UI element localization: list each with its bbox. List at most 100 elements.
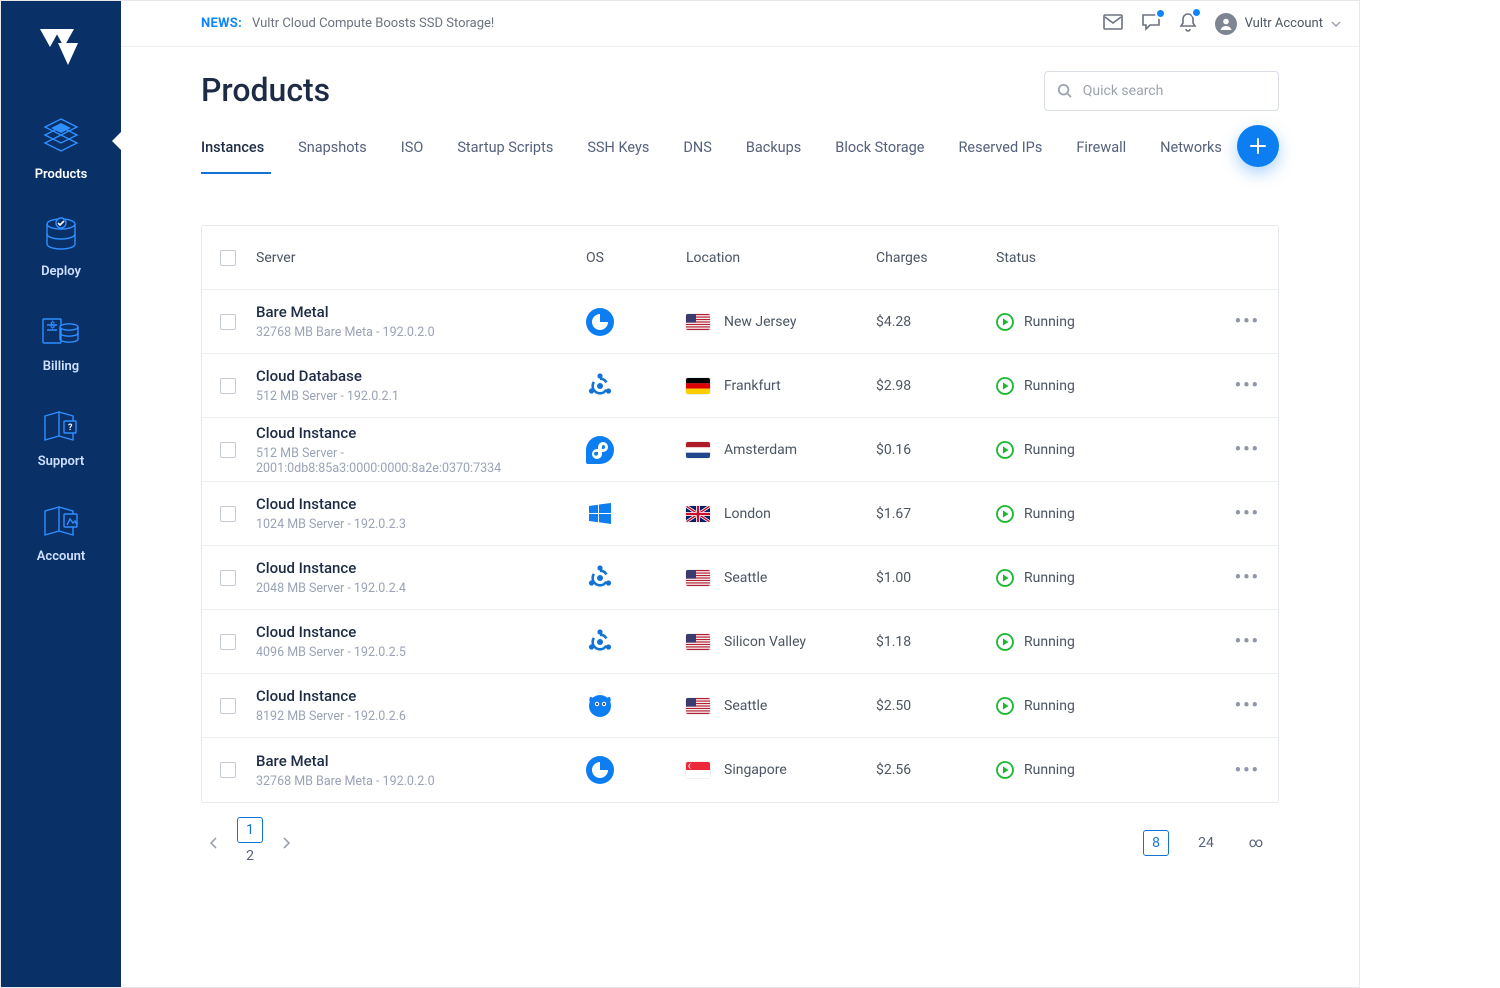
os-icon — [586, 308, 614, 336]
svg-text:?: ? — [68, 423, 73, 433]
vultr-logo — [1, 25, 121, 73]
location-label: New Jersey — [724, 314, 796, 330]
page-next[interactable] — [273, 830, 299, 856]
row-menu[interactable]: ••• — [1235, 631, 1260, 652]
flag-icon — [686, 762, 710, 778]
tab-dns[interactable]: DNS — [683, 139, 711, 174]
product-tabs: Instances Snapshots ISO Startup Scripts SSH … — [201, 139, 1279, 175]
search-input[interactable] — [1083, 83, 1266, 99]
nav-products[interactable]: Products — [1, 117, 121, 182]
row-menu[interactable]: ••• — [1235, 375, 1260, 396]
tab-reserved-ips[interactable]: Reserved IPs — [959, 139, 1043, 174]
flag-icon — [686, 378, 710, 394]
table-row[interactable]: Cloud Instance512 MB Server - 2001:0db8:… — [202, 418, 1278, 482]
news-label: NEWS: — [201, 16, 242, 31]
charge-value: $2.98 — [876, 378, 996, 394]
server-name: Cloud Instance — [256, 623, 586, 641]
os-icon — [586, 564, 614, 592]
row-menu[interactable]: ••• — [1235, 695, 1260, 716]
os-icon — [586, 756, 614, 784]
server-meta: 32768 MB Bare Meta - 192.0.2.0 — [256, 774, 586, 789]
table-row[interactable]: Cloud Instance8192 MB Server - 192.0.2.6… — [202, 674, 1278, 738]
status-label: Running — [1024, 314, 1075, 330]
location-label: Frankfurt — [724, 378, 781, 394]
tab-iso[interactable]: ISO — [401, 139, 424, 174]
nav-account[interactable]: Account — [1, 503, 121, 564]
tab-block-storage[interactable]: Block Storage — [835, 139, 924, 174]
perpage-24[interactable]: 24 — [1193, 830, 1219, 856]
charge-value: $2.50 — [876, 698, 996, 714]
page-prev[interactable] — [201, 830, 227, 856]
news-headline[interactable]: Vultr Cloud Compute Boosts SSD Storage! — [252, 16, 494, 31]
tab-instances[interactable]: Instances — [201, 139, 264, 174]
svg-text:$: $ — [50, 320, 55, 331]
location-label: Seattle — [724, 570, 767, 586]
row-checkbox[interactable] — [220, 698, 236, 714]
row-menu[interactable]: ••• — [1235, 567, 1260, 588]
server-name: Bare Metal — [256, 303, 586, 321]
tab-ssh-keys[interactable]: SSH Keys — [587, 139, 649, 174]
server-meta: 512 MB Server - 192.0.2.1 — [256, 389, 586, 404]
status-label: Running — [1024, 762, 1075, 778]
add-button[interactable] — [1237, 125, 1279, 167]
location-label: Seattle — [724, 698, 767, 714]
table-row[interactable]: Cloud Instance2048 MB Server - 192.0.2.4… — [202, 546, 1278, 610]
table-row[interactable]: Cloud Instance1024 MB Server - 192.0.2.3… — [202, 482, 1278, 546]
row-checkbox[interactable] — [220, 634, 236, 650]
running-icon — [996, 505, 1014, 523]
pagination: 12 8 24 ∞ — [201, 817, 1279, 869]
os-icon — [586, 692, 614, 720]
server-meta: 1024 MB Server - 192.0.2.3 — [256, 517, 586, 532]
mail-icon[interactable] — [1103, 14, 1123, 34]
bell-icon[interactable] — [1179, 12, 1197, 36]
row-checkbox[interactable] — [220, 762, 236, 778]
row-checkbox[interactable] — [220, 506, 236, 522]
tab-networks[interactable]: Networks — [1160, 139, 1222, 174]
status-label: Running — [1024, 634, 1075, 650]
account-menu[interactable]: Vultr Account — [1215, 13, 1341, 35]
row-menu[interactable]: ••• — [1235, 503, 1260, 524]
status-label: Running — [1024, 506, 1075, 522]
status-label: Running — [1024, 570, 1075, 586]
nav-support[interactable]: ?Support — [1, 408, 121, 469]
checkbox-all[interactable] — [220, 250, 236, 266]
row-checkbox[interactable] — [220, 570, 236, 586]
perpage-∞[interactable]: ∞ — [1243, 830, 1269, 856]
charge-value: $1.00 — [876, 570, 996, 586]
page-1[interactable]: 1 — [237, 817, 263, 843]
row-menu[interactable]: ••• — [1235, 311, 1260, 332]
os-icon — [586, 628, 614, 656]
location-label: Singapore — [724, 762, 787, 778]
row-menu[interactable]: ••• — [1235, 439, 1260, 460]
location-label: London — [724, 506, 771, 522]
location-label: Amsterdam — [724, 442, 797, 458]
tab-firewall[interactable]: Firewall — [1076, 139, 1126, 174]
table-row[interactable]: Cloud Instance4096 MB Server - 192.0.2.5… — [202, 610, 1278, 674]
chat-icon[interactable] — [1141, 13, 1161, 35]
topbar: NEWS: Vultr Cloud Compute Boosts SSD Sto… — [121, 1, 1359, 47]
search-box[interactable] — [1044, 71, 1279, 111]
server-name: Cloud Instance — [256, 424, 586, 442]
tab-startup-scripts[interactable]: Startup Scripts — [457, 139, 553, 174]
server-name: Bare Metal — [256, 752, 586, 770]
charge-value: $1.67 — [876, 506, 996, 522]
row-checkbox[interactable] — [220, 378, 236, 394]
tab-snapshots[interactable]: Snapshots — [298, 139, 367, 174]
table-row[interactable]: Bare Metal32768 MB Bare Meta - 192.0.2.0… — [202, 290, 1278, 354]
charge-value: $4.28 — [876, 314, 996, 330]
tab-backups[interactable]: Backups — [746, 139, 801, 174]
table-row[interactable]: Cloud Database512 MB Server - 192.0.2.1F… — [202, 354, 1278, 418]
nav-deploy[interactable]: Deploy — [1, 216, 121, 279]
running-icon — [996, 569, 1014, 587]
row-checkbox[interactable] — [220, 442, 236, 458]
nav-billing[interactable]: $Billing — [1, 313, 121, 374]
flag-icon — [686, 698, 710, 714]
charge-value: $1.18 — [876, 634, 996, 650]
page-2[interactable]: 2 — [237, 843, 263, 869]
server-name: Cloud Instance — [256, 687, 586, 705]
table-row[interactable]: Bare Metal 32768 MB Bare Meta - 192.0.2.0… — [202, 738, 1278, 802]
row-checkbox[interactable] — [220, 314, 236, 330]
col-status: Status — [996, 250, 1166, 266]
row-menu[interactable]: ••• — [1235, 760, 1260, 781]
perpage-8[interactable]: 8 — [1143, 830, 1169, 856]
